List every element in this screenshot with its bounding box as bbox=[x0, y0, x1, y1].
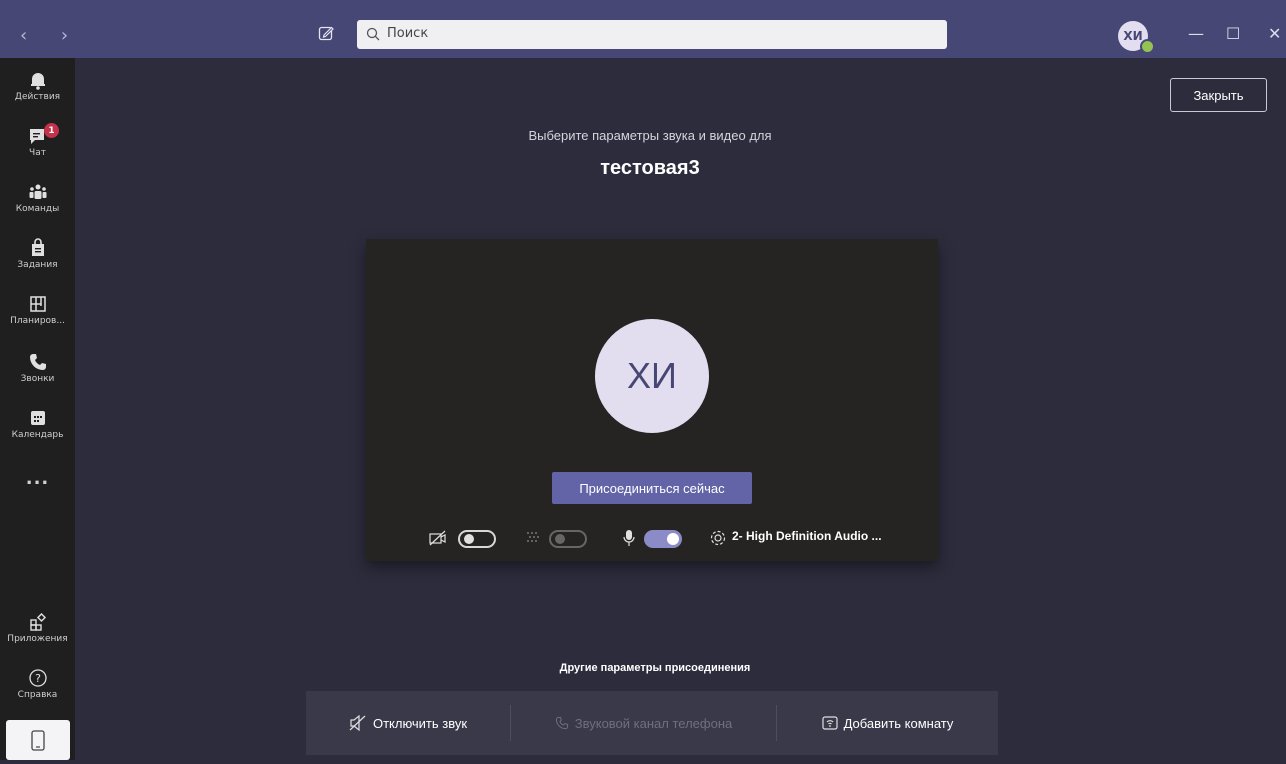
rail-item-apps[interactable]: Приложения bbox=[0, 612, 75, 644]
app-rail: Действия 1 Чат Команды Задания Планиров.… bbox=[0, 58, 75, 760]
rail-label: Звонки bbox=[20, 374, 55, 384]
phone-audio-label: Звуковой канал телефона bbox=[574, 715, 733, 731]
video-preview-panel: ХИ Присоединиться сейчас 2- High Definit… bbox=[366, 239, 938, 561]
rail-label: Действия bbox=[14, 92, 61, 102]
phone-icon bbox=[555, 716, 568, 730]
apps-icon bbox=[29, 612, 46, 631]
rail-item-planner[interactable]: Планиров... bbox=[0, 294, 75, 326]
rail-item-help[interactable]: ? Справка bbox=[0, 668, 75, 700]
prejoin-subtitle: Выберите параметры звука и видео для bbox=[528, 128, 772, 143]
room-icon bbox=[821, 716, 838, 730]
close-button[interactable]: Закрыть bbox=[1170, 78, 1267, 112]
camera-off-icon bbox=[429, 530, 446, 546]
rail-item-teams[interactable]: Команды bbox=[0, 182, 75, 214]
microphone-icon bbox=[623, 530, 635, 546]
maximize-button[interactable]: ☐ bbox=[1226, 24, 1240, 43]
rail-item-calendar[interactable]: Календарь bbox=[0, 408, 75, 440]
rail-label: Задания bbox=[17, 260, 58, 270]
mobile-device-button[interactable] bbox=[6, 720, 70, 760]
mobile-icon bbox=[31, 730, 45, 751]
calendar-icon bbox=[30, 411, 45, 425]
presence-status-icon bbox=[1140, 39, 1155, 54]
rail-item-calls[interactable]: Звонки bbox=[0, 352, 75, 384]
phone-audio-option[interactable]: Звуковой канал телефона bbox=[511, 691, 776, 755]
search-input[interactable] bbox=[385, 25, 929, 42]
rail-label: Справка bbox=[17, 690, 58, 700]
planner-icon bbox=[29, 296, 46, 312]
more-apps-button[interactable]: ... bbox=[0, 468, 75, 489]
audio-device-label[interactable]: 2- High Definition Audio ... bbox=[732, 529, 882, 543]
other-join-options-title: Другие параметры присоединения bbox=[559, 662, 751, 674]
add-room-option[interactable]: Добавить комнату bbox=[777, 691, 998, 755]
preview-avatar: ХИ bbox=[595, 319, 709, 433]
nav-arrows[interactable]: ‹ › bbox=[20, 25, 82, 46]
rail-label: Чат bbox=[29, 148, 46, 158]
mute-audio-label: Отключить звук bbox=[372, 715, 468, 731]
svg-text:?: ? bbox=[35, 672, 41, 685]
help-icon: ? bbox=[28, 669, 47, 687]
title-bar: ‹ › ХИ — ☐ ✕ bbox=[0, 0, 1286, 58]
join-now-button[interactable]: Присоединиться сейчас bbox=[552, 472, 752, 504]
rail-item-chat[interactable]: 1 Чат bbox=[0, 123, 75, 158]
chat-badge: 1 bbox=[44, 123, 59, 138]
rail-label: Календарь bbox=[11, 430, 64, 440]
rail-label: Приложения bbox=[7, 634, 68, 644]
camera-toggle[interactable] bbox=[458, 530, 496, 548]
phone-icon bbox=[29, 354, 46, 370]
search-box[interactable] bbox=[357, 20, 947, 49]
close-window-button[interactable]: ✕ bbox=[1268, 24, 1281, 43]
rail-label: Команды bbox=[15, 204, 60, 214]
rail-item-activity[interactable]: Действия bbox=[0, 70, 75, 102]
microphone-toggle[interactable] bbox=[644, 530, 682, 548]
rail-label: Планиров... bbox=[10, 316, 65, 326]
speaker-off-icon bbox=[349, 715, 366, 731]
background-blur-toggle[interactable] bbox=[549, 530, 587, 548]
search-icon bbox=[366, 27, 380, 41]
settings-gear-icon[interactable] bbox=[709, 529, 727, 547]
bell-icon bbox=[30, 73, 45, 90]
meeting-title: тестовая3 bbox=[600, 157, 700, 179]
rail-item-assignments[interactable]: Задания bbox=[0, 238, 75, 270]
more-icon: ... bbox=[25, 468, 50, 489]
assignments-icon bbox=[31, 238, 44, 256]
minimize-button[interactable]: — bbox=[1188, 24, 1204, 43]
mute-audio-option[interactable]: Отключить звук bbox=[306, 691, 510, 755]
background-blur-icon bbox=[527, 532, 539, 542]
compose-icon[interactable] bbox=[318, 25, 334, 41]
other-join-options-bar: Отключить звук Звуковой канал телефона Д… bbox=[306, 691, 998, 755]
add-room-label: Добавить комнату bbox=[843, 715, 954, 731]
teams-icon bbox=[29, 184, 46, 199]
